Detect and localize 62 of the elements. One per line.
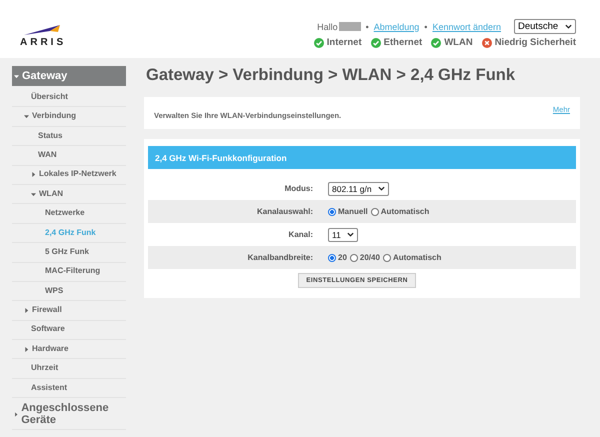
nav-item[interactable]: Hardware — [12, 340, 126, 360]
nav-item[interactable]: Lokales IP-Netzwerk — [12, 166, 126, 185]
field-label: Kanalauswahl: — [256, 207, 313, 216]
nav-item[interactable]: Uhrzeit — [12, 359, 126, 379]
radio-option[interactable]: Automatisch — [370, 207, 430, 216]
field-label: Modus: — [284, 184, 313, 193]
chevron-down-icon — [346, 232, 354, 237]
caret-right-icon — [24, 346, 29, 352]
check-circle-icon — [431, 38, 442, 48]
radio-option[interactable]: Automatisch — [382, 253, 442, 262]
error-circle-icon — [482, 38, 492, 48]
header-link[interactable]: Kennwort ändern — [432, 22, 501, 32]
radio-option[interactable]: Manuell — [328, 207, 368, 216]
dropdown-select[interactable]: 802.11 g/n — [328, 182, 389, 196]
logo-swoosh-icon — [24, 24, 62, 36]
breadcrumb-title: Gateway > Verbindung > WLAN > 2,4 GHz Funk — [145, 66, 516, 86]
status-indicator: Internet — [314, 37, 362, 48]
check-circle-icon — [314, 38, 324, 48]
nav-item[interactable]: WPS — [12, 282, 126, 302]
radio-option[interactable]: 20/40 — [350, 253, 380, 262]
greeting-text: Hallo — [317, 22, 338, 32]
caret-down-icon — [31, 192, 36, 197]
field-label: Kanalbandbreite: — [246, 253, 313, 262]
caret-down-icon — [24, 114, 29, 120]
header-link[interactable]: Abmeldung — [374, 22, 420, 32]
field-label: Kanal: — [288, 230, 313, 239]
nav-item[interactable]: Übersicht — [12, 88, 126, 108]
status-indicator: WLAN — [431, 37, 473, 48]
nav-item[interactable]: Verbindung — [12, 107, 126, 127]
caret-down-icon — [14, 74, 19, 78]
chevron-down-icon — [565, 24, 572, 29]
nav-item[interactable]: MAC-Filterung — [12, 262, 126, 282]
radio-button[interactable] — [350, 254, 358, 262]
nav-item[interactable]: Gateway — [12, 66, 126, 86]
nav-item[interactable]: Netzwerke — [12, 204, 126, 224]
nav-item[interactable]: WAN — [12, 146, 126, 166]
nav-item[interactable]: Status — [12, 126, 126, 146]
radio-button[interactable] — [382, 254, 391, 262]
nav-item[interactable]: Assistent — [12, 378, 126, 398]
dropdown-select[interactable]: 11 — [328, 228, 358, 242]
nav-item[interactable]: Software — [12, 320, 126, 340]
redacted-username — [338, 22, 361, 31]
caret-right-icon — [24, 308, 29, 313]
caret-right-icon — [14, 412, 18, 417]
logo-text: ARRIS — [20, 37, 66, 48]
radio-button[interactable] — [328, 254, 336, 262]
nav-item[interactable]: WLAN — [12, 184, 126, 204]
radio-button[interactable] — [370, 208, 379, 216]
radio-button[interactable] — [328, 208, 336, 216]
nav-item[interactable]: 5 GHz Funk — [12, 243, 126, 263]
separator-dot: • — [366, 22, 369, 32]
separator-dot: • — [424, 22, 428, 32]
section-title: 2,4 GHz Wi-Fi-Funkkonfiguration — [148, 146, 576, 169]
nav-item[interactable]: Firewall — [12, 301, 126, 321]
radio-option[interactable]: 20 — [328, 253, 347, 262]
language-select[interactable]: Deutsche — [514, 19, 576, 34]
status-indicator: Ethernet — [370, 37, 422, 48]
caret-right-icon — [31, 172, 36, 178]
check-circle-icon — [370, 38, 381, 48]
chevron-down-icon — [378, 186, 385, 191]
nav-item[interactable]: Angeschlossene Geräte — [12, 398, 126, 430]
status-indicator: Niedrig Sicherheit — [482, 37, 576, 48]
